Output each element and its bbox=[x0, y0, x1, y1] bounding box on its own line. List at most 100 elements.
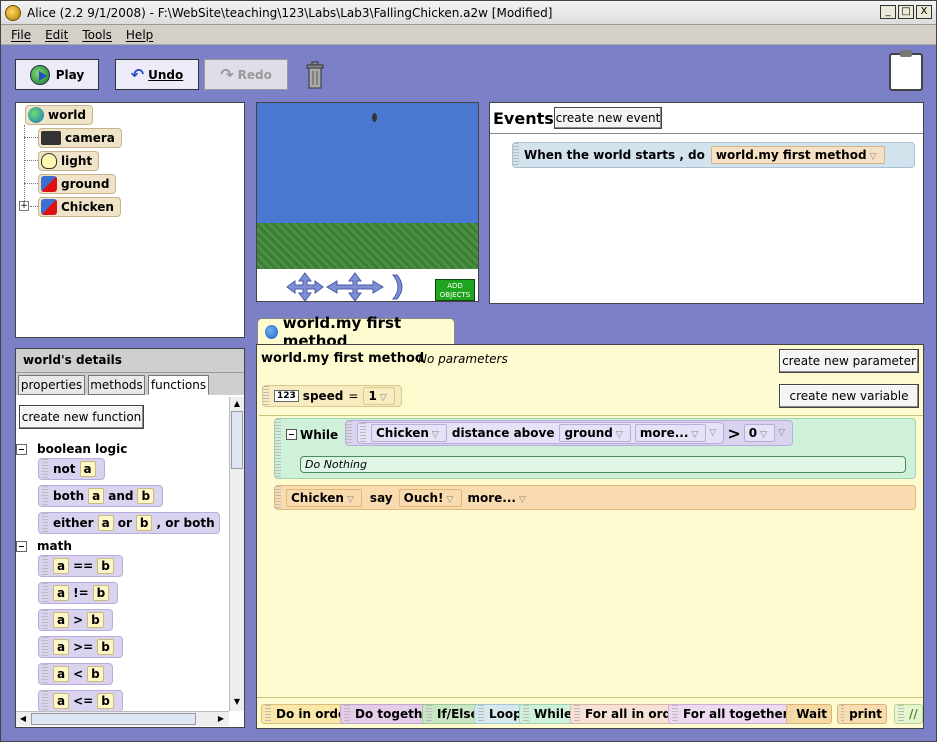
function-both-and[interactable]: both a and b bbox=[38, 485, 164, 507]
while-value-chip[interactable]: 0 ▽ bbox=[743, 424, 776, 442]
create-new-variable-button[interactable]: create new variable bbox=[779, 384, 919, 408]
drag-grip-icon bbox=[42, 459, 48, 479]
scroll-thumb[interactable] bbox=[231, 411, 243, 469]
drag-grip-icon bbox=[513, 143, 519, 167]
while-arg-chip[interactable]: ground ▽ bbox=[559, 424, 631, 442]
while-collapse-icon[interactable] bbox=[286, 429, 297, 440]
create-new-parameter-button[interactable]: create new parameter bbox=[779, 349, 919, 373]
scroll-left-icon[interactable]: ◀ bbox=[16, 712, 30, 726]
menu-edit[interactable]: Edit bbox=[45, 28, 68, 42]
fn-op: != bbox=[73, 586, 89, 600]
fn-arg: b bbox=[87, 666, 104, 682]
while-object-chip[interactable]: Chicken ▽ bbox=[371, 424, 447, 442]
tree-item-chicken[interactable]: Chicken bbox=[38, 197, 121, 217]
editor-tab[interactable]: world.my first method bbox=[257, 314, 455, 350]
say-more: more... bbox=[467, 490, 516, 505]
scroll-up-icon[interactable]: ▲ bbox=[230, 397, 244, 411]
tile-while[interactable]: While bbox=[519, 704, 578, 724]
function-greater-equal[interactable]: a >= b bbox=[38, 636, 123, 658]
say-more-chip[interactable]: more... ▽ bbox=[468, 491, 529, 505]
drag-grip-icon bbox=[275, 486, 281, 509]
fn-arg: b bbox=[97, 558, 114, 574]
tile-label: print bbox=[849, 707, 882, 721]
event-method-chip[interactable]: world.my first method ▽ bbox=[710, 146, 885, 164]
while-function: distance above bbox=[451, 426, 555, 440]
tilt-camera-icon[interactable] bbox=[326, 272, 384, 301]
variable-speed[interactable]: 123 speed = 1 ▽ bbox=[262, 385, 402, 407]
variable-value-label: 1 bbox=[368, 389, 377, 403]
hscroll-thumb[interactable] bbox=[31, 713, 196, 725]
tree-item-light[interactable]: light bbox=[38, 151, 100, 171]
collapse-icon[interactable] bbox=[16, 443, 27, 455]
tab-properties[interactable]: properties bbox=[18, 375, 85, 395]
clipboard-icon[interactable] bbox=[889, 50, 923, 91]
say-object-chip[interactable]: Chicken ▽ bbox=[286, 488, 362, 507]
category-boolean-logic[interactable]: boolean logic bbox=[16, 442, 127, 456]
undo-button[interactable]: ↶ Undo bbox=[115, 59, 199, 90]
chicken-expand-icon[interactable]: + bbox=[19, 201, 29, 211]
tab-functions[interactable]: functions bbox=[148, 375, 209, 395]
tile-wait[interactable]: Wait bbox=[786, 704, 832, 724]
event-world-starts[interactable]: When the world starts , do world.my firs… bbox=[512, 142, 915, 168]
while-condition[interactable]: Chicken ▽ distance above ground ▽ more... ▽… bbox=[345, 420, 794, 446]
tile-label: Loop bbox=[489, 707, 522, 721]
scroll-right-icon[interactable]: ▶ bbox=[214, 712, 228, 726]
drag-grip-icon bbox=[523, 705, 529, 723]
tile-for-all-together[interactable]: For all together bbox=[668, 704, 794, 724]
drag-grip-icon bbox=[275, 419, 281, 478]
fn-arg: a bbox=[97, 515, 114, 531]
create-new-event-button[interactable]: create new event bbox=[554, 107, 662, 129]
menu-file[interactable]: File bbox=[11, 28, 31, 42]
while-object: Chicken bbox=[376, 426, 429, 440]
function-less-equal[interactable]: a <= b bbox=[38, 690, 123, 712]
tile-comment[interactable]: // bbox=[894, 704, 923, 724]
fn-arg: b bbox=[97, 693, 114, 709]
move-camera-icon[interactable] bbox=[286, 272, 324, 301]
distance-above-function[interactable]: Chicken ▽ distance above ground ▽ more... ▽… bbox=[357, 422, 725, 444]
menu-help[interactable]: Help bbox=[126, 28, 153, 42]
dropdown-arrow-icon: ▽ bbox=[778, 428, 786, 438]
play-button[interactable]: Play bbox=[15, 59, 99, 90]
scroll-down-icon[interactable]: ▼ bbox=[230, 695, 244, 709]
function-not[interactable]: not a bbox=[38, 458, 105, 480]
function-less[interactable]: a < b bbox=[38, 663, 113, 685]
add-objects-button[interactable]: ADD OBJECTS bbox=[435, 279, 475, 301]
window-title: Alice (2.2 9/1/2008) - F:\WebSite\teachi… bbox=[27, 5, 553, 20]
drag-grip-icon bbox=[346, 421, 352, 445]
minimize-button[interactable]: _ bbox=[880, 5, 896, 19]
variable-equals: = bbox=[348, 389, 359, 403]
function-equals[interactable]: a == b bbox=[38, 555, 123, 577]
tree-item-ground[interactable]: ground bbox=[38, 174, 117, 194]
redo-icon: ↷ bbox=[220, 65, 234, 84]
method-globe-icon bbox=[265, 324, 278, 339]
tab-methods[interactable]: methods bbox=[88, 375, 145, 395]
category-label: math bbox=[37, 539, 72, 553]
function-greater[interactable]: a > b bbox=[38, 609, 113, 631]
tree-item-camera[interactable]: camera bbox=[38, 128, 122, 148]
say-value-chip[interactable]: Ouch! ▽ bbox=[398, 488, 462, 507]
tree-item-world[interactable]: world bbox=[25, 105, 93, 125]
maximize-button[interactable]: □ bbox=[898, 5, 914, 19]
turn-camera-icon[interactable] bbox=[391, 274, 403, 300]
world-view[interactable]: ADD OBJECTS bbox=[256, 102, 479, 302]
collapse-icon[interactable] bbox=[16, 540, 27, 552]
create-new-function-button[interactable]: create new function bbox=[19, 405, 144, 429]
function-not-equals[interactable]: a != b bbox=[38, 582, 119, 604]
fn-op: <= bbox=[73, 694, 94, 708]
menu-tools[interactable]: Tools bbox=[82, 28, 112, 42]
variable-value[interactable]: 1 ▽ bbox=[363, 387, 395, 405]
say-block[interactable]: Chicken ▽ say Ouch! ▽ more... ▽ bbox=[274, 485, 916, 510]
while-more-chip[interactable]: more... ▽ bbox=[634, 424, 707, 442]
say-verb: say bbox=[369, 490, 393, 505]
redo-button[interactable]: ↷ Redo bbox=[204, 59, 288, 90]
function-either-or[interactable]: either a or b , or both bbox=[38, 512, 220, 534]
fn-word: either bbox=[53, 516, 94, 530]
ground-area bbox=[257, 223, 478, 269]
close-button[interactable]: X bbox=[916, 5, 932, 19]
horizontal-scrollbar[interactable]: ◀ ▶ bbox=[16, 711, 229, 726]
event-text: When the world starts , do bbox=[524, 148, 705, 162]
vertical-scrollbar[interactable]: ▲ ▼ bbox=[229, 397, 244, 711]
category-math[interactable]: math bbox=[16, 539, 72, 553]
trash-icon[interactable] bbox=[305, 61, 325, 89]
tile-print[interactable]: print bbox=[837, 704, 887, 724]
